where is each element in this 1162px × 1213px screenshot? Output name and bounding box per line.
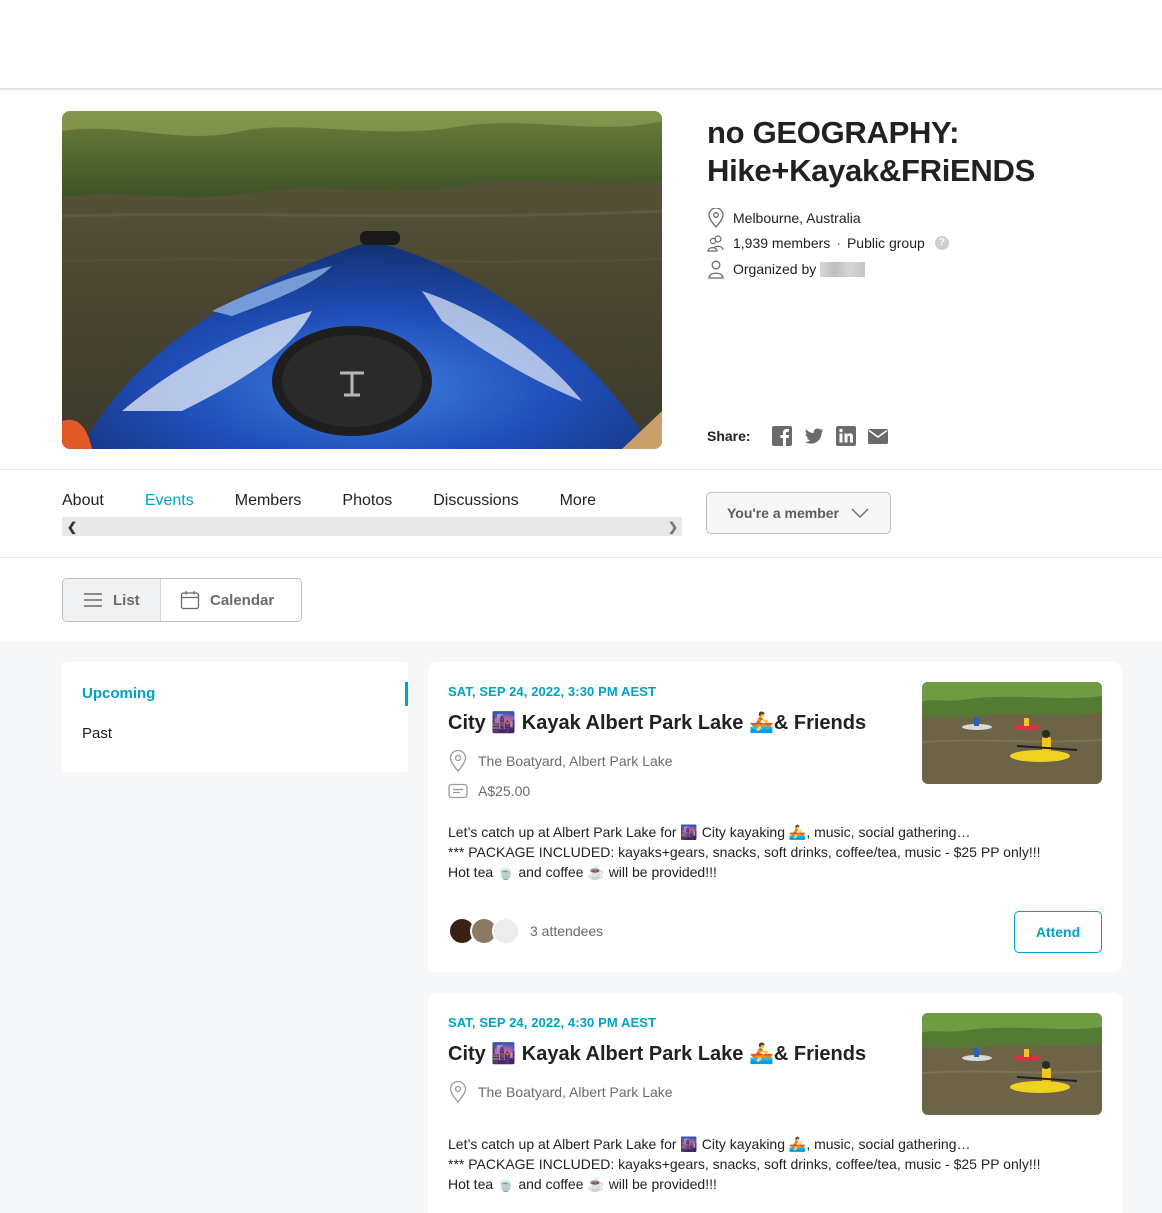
event-filter-panel: Upcoming Past — [62, 662, 408, 772]
location-pin-icon — [449, 750, 467, 772]
event-date: SAT, SEP 24, 2022, 4:30 PM AEST — [448, 1015, 657, 1030]
event-card[interactable]: SAT, SEP 24, 2022, 4:30 PM AEST City 🌆 K… — [428, 993, 1122, 1213]
description-line: *** PACKAGE INCLUDED: kayaks+gears, snac… — [448, 1156, 1041, 1172]
tab-about[interactable]: About — [62, 492, 104, 510]
facebook-icon[interactable] — [771, 425, 793, 447]
tab-photos[interactable]: Photos — [342, 492, 392, 510]
chevron-down-icon — [851, 508, 869, 518]
event-description: Let’s catch up at Albert Park Lake for 🌆… — [448, 822, 1088, 882]
membership-label: You're a member — [727, 505, 839, 521]
section-divider — [0, 557, 1162, 558]
list-icon — [84, 593, 102, 607]
description-line: *** PACKAGE INCLUDED: kayaks+gears, snac… — [448, 844, 1041, 860]
help-icon[interactable]: ? — [934, 236, 949, 250]
active-filter-indicator — [405, 682, 408, 706]
description-line: Hot tea 🍵 and coffee ☕ will be provided!… — [448, 864, 717, 880]
description-line: Hot tea 🍵 and coffee ☕ will be provided!… — [448, 1176, 717, 1192]
email-icon[interactable] — [867, 425, 889, 447]
description-line: Let’s catch up at Albert Park Lake for 🌆… — [448, 824, 971, 840]
event-description: Let’s catch up at Albert Park Lake for 🌆… — [448, 1134, 1088, 1194]
group-tabs: About Events Members Photos Discussions … — [62, 492, 637, 510]
tab-events[interactable]: Events — [145, 492, 194, 510]
description-line: Let’s catch up at Albert Park Lake for 🌆… — [448, 1136, 971, 1152]
twitter-icon[interactable] — [803, 425, 825, 447]
event-card[interactable]: SAT, SEP 24, 2022, 3:30 PM AEST City 🌆 K… — [428, 662, 1122, 972]
membership-dropdown-button[interactable]: You're a member — [706, 492, 891, 534]
organizer-name-redacted[interactable] — [820, 261, 866, 277]
event-price: A$25.00 — [448, 783, 530, 799]
organized-by-label: Organized by — [733, 261, 817, 277]
event-title[interactable]: City 🌆 Kayak Albert Park Lake 🚣& Friends — [448, 1041, 866, 1066]
privacy-status: Public group — [846, 235, 925, 251]
event-title[interactable]: City 🌆 Kayak Albert Park Lake 🚣& Friends — [448, 710, 866, 735]
group-location: Melbourne, Australia — [707, 207, 861, 229]
calendar-view-button[interactable]: Calendar — [161, 579, 301, 621]
price-text: A$25.00 — [478, 783, 531, 799]
tab-discussions[interactable]: Discussions — [433, 492, 518, 510]
event-thumbnail[interactable] — [922, 682, 1102, 784]
ticket-icon — [448, 783, 468, 799]
separator-dot: · — [836, 235, 841, 251]
tabs-scrollbar[interactable]: ❮ ❯ — [62, 517, 682, 536]
group-title-line-2: Hike+Kayak&FRiENDS — [707, 153, 1035, 188]
attendee-avatar[interactable] — [492, 917, 520, 945]
event-venue: The Boatyard, Albert Park Lake — [448, 750, 673, 772]
attendee-count: 3 attendees — [530, 923, 604, 939]
tab-members[interactable]: Members — [235, 492, 302, 510]
scroll-right-icon[interactable]: ❯ — [668, 520, 678, 534]
location-pin-icon — [708, 208, 724, 228]
attendee-list[interactable]: 3 attendees — [448, 917, 603, 945]
share-bar: Share: — [707, 425, 889, 447]
calendar-icon — [180, 591, 200, 610]
list-view-button[interactable]: List — [63, 579, 161, 621]
group-organizer: Organized by — [707, 258, 866, 280]
event-venue: The Boatyard, Albert Park Lake — [448, 1081, 673, 1103]
linkedin-icon[interactable] — [835, 425, 857, 447]
person-icon — [708, 260, 724, 279]
view-toggle: List Calendar — [62, 578, 302, 622]
event-date: SAT, SEP 24, 2022, 3:30 PM AEST — [448, 684, 657, 699]
location-text: Melbourne, Australia — [733, 210, 861, 226]
venue-text: The Boatyard, Albert Park Lake — [478, 1084, 673, 1100]
tab-more[interactable]: More — [560, 492, 596, 510]
members-icon — [707, 235, 724, 252]
members-count[interactable]: 1,939 members — [733, 235, 830, 251]
location-pin-icon — [449, 1081, 467, 1103]
top-navigation-bar — [0, 0, 1162, 90]
section-divider — [0, 469, 1162, 470]
venue-text: The Boatyard, Albert Park Lake — [478, 753, 673, 769]
calendar-label: Calendar — [210, 591, 275, 609]
group-title-line-1: no GEOGRAPHY: — [707, 115, 960, 150]
group-members-info: 1,939 members · Public group ? — [707, 232, 949, 254]
group-title: no GEOGRAPHY: Hike+Kayak&FRiENDS — [707, 114, 1127, 190]
filter-past[interactable]: Past — [82, 725, 112, 742]
group-cover-photo — [62, 111, 662, 449]
share-label: Share: — [707, 428, 751, 444]
attend-button[interactable]: Attend — [1014, 911, 1102, 953]
filter-upcoming[interactable]: Upcoming — [82, 685, 155, 702]
scroll-left-icon[interactable]: ❮ — [67, 520, 77, 534]
event-thumbnail[interactable] — [922, 1013, 1102, 1115]
list-label: List — [113, 591, 140, 609]
